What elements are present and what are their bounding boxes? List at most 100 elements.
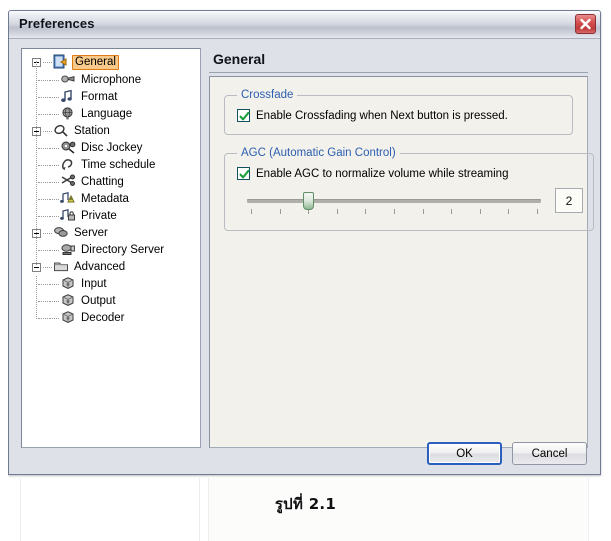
cancel-button[interactable]: Cancel bbox=[512, 442, 587, 465]
slider-tick bbox=[279, 209, 281, 214]
settings-tree-panel[interactable]: General Microphone Format Language Station Di… bbox=[21, 48, 201, 448]
agc-checkbox-label: Enable AGC to normalize volume while str… bbox=[256, 167, 509, 180]
sidebar-item-metadata[interactable]: Metadata bbox=[22, 191, 200, 208]
chatting-icon bbox=[60, 174, 76, 189]
sidebar-item-general[interactable]: General bbox=[22, 54, 200, 72]
crossfade-group-legend: Crossfade bbox=[241, 89, 294, 101]
slider-tick bbox=[394, 209, 395, 214]
tree-connector bbox=[43, 267, 52, 268]
language-globe-icon bbox=[60, 106, 76, 121]
sidebar-item-label: Input bbox=[81, 278, 107, 290]
tree-connector bbox=[50, 182, 59, 183]
input-box-icon bbox=[60, 276, 76, 291]
agc-slider[interactable] bbox=[243, 190, 545, 220]
private-lock-icon bbox=[60, 208, 76, 223]
microphone-icon bbox=[60, 72, 76, 87]
title-bar[interactable]: Preferences bbox=[9, 11, 600, 39]
sidebar-item-label: Microphone bbox=[81, 74, 142, 86]
tree-connector bbox=[50, 301, 59, 302]
directory-server-icon bbox=[60, 242, 76, 257]
tree-root-spine bbox=[36, 61, 37, 265]
agc-value-box[interactable]: 2 bbox=[555, 188, 583, 213]
sidebar-item-format[interactable]: Format bbox=[22, 89, 200, 106]
agc-checkbox-row[interactable]: Enable AGC to normalize volume while str… bbox=[235, 165, 583, 182]
sidebar-item-label: Station bbox=[74, 125, 110, 137]
tree-vertical-connector bbox=[36, 276, 37, 319]
page-title: General bbox=[209, 48, 588, 73]
tree-connector bbox=[38, 80, 50, 81]
general-icon bbox=[53, 54, 69, 69]
tree-connector bbox=[38, 165, 50, 166]
tree-connector bbox=[38, 199, 50, 200]
crossfade-group: Crossfade Enable Crossfading when Next b… bbox=[224, 89, 573, 135]
tree-connector bbox=[38, 318, 50, 319]
sidebar-item-disc-jockey[interactable]: Disc Jockey bbox=[22, 140, 200, 157]
sidebar-item-advanced[interactable]: Advanced bbox=[22, 259, 200, 276]
tree-connector bbox=[38, 301, 50, 302]
sidebar-item-label: Language bbox=[81, 108, 133, 120]
page-body: Crossfade Enable Crossfading when Next b… bbox=[209, 76, 594, 448]
sidebar-item-label: Server bbox=[74, 227, 108, 239]
sidebar-item-label: Format bbox=[81, 91, 118, 103]
tree-connector bbox=[38, 182, 50, 183]
disc-jockey-icon bbox=[60, 140, 76, 155]
tree-connector bbox=[43, 62, 52, 64]
sidebar-item-chatting[interactable]: Chatting bbox=[22, 174, 200, 191]
time-schedule-icon bbox=[60, 157, 76, 172]
tree-connector bbox=[50, 80, 59, 81]
tree-connector bbox=[50, 199, 59, 200]
tree-connector bbox=[38, 216, 50, 217]
slider-tick bbox=[508, 209, 510, 214]
tree-connector bbox=[38, 250, 50, 251]
slider-tick bbox=[251, 209, 252, 214]
sidebar-item-private[interactable]: Private bbox=[22, 208, 200, 225]
agc-slider-row: 2 bbox=[243, 188, 583, 220]
slider-tick bbox=[365, 209, 367, 214]
agc-slider-track[interactable] bbox=[247, 199, 541, 203]
slider-tick bbox=[422, 209, 424, 214]
dialog-footer: OK Cancel bbox=[427, 442, 587, 465]
crossfade-checkbox-row[interactable]: Enable Crossfading when Next button is p… bbox=[235, 107, 562, 124]
sidebar-item-label: Disc Jockey bbox=[81, 142, 143, 154]
sidebar-item-microphone[interactable]: Microphone bbox=[22, 72, 200, 89]
sidebar-item-station[interactable]: Station bbox=[22, 123, 200, 140]
server-icon bbox=[53, 225, 69, 240]
tree-connector bbox=[43, 131, 52, 132]
sidebar-item-output[interactable]: Output bbox=[22, 293, 200, 310]
tree-connector bbox=[38, 284, 50, 285]
screenshot-root: Preferences General Microphone Format Langu… bbox=[0, 0, 611, 541]
sidebar-item-label: Directory Server bbox=[81, 244, 165, 256]
agc-checkbox[interactable] bbox=[237, 167, 250, 180]
metadata-icon bbox=[60, 191, 76, 206]
sidebar-item-directory-server[interactable]: Directory Server bbox=[22, 242, 200, 259]
tree-connector bbox=[50, 97, 59, 98]
settings-tree[interactable]: General Microphone Format Language Station Di… bbox=[22, 49, 200, 327]
dialog-body: General Microphone Format Language Station Di… bbox=[9, 39, 600, 474]
advanced-folder-icon bbox=[53, 259, 69, 274]
sidebar-item-language[interactable]: Language bbox=[22, 106, 200, 123]
sidebar-item-decoder[interactable]: Decoder bbox=[22, 310, 200, 327]
crossfade-checkbox[interactable] bbox=[237, 109, 250, 122]
tree-connector bbox=[50, 318, 59, 319]
sidebar-item-label: Decoder bbox=[81, 312, 125, 324]
slider-tick bbox=[479, 209, 481, 214]
sidebar-item-label: Output bbox=[81, 295, 116, 307]
agc-group: AGC (Automatic Gain Control) Enable AGC … bbox=[224, 147, 594, 231]
tree-connector bbox=[50, 216, 59, 217]
sidebar-item-label: Metadata bbox=[81, 193, 129, 205]
tree-connector bbox=[38, 97, 50, 98]
content-pane: General Crossfade Enable Crossfading whe… bbox=[209, 48, 594, 448]
tree-connector bbox=[50, 165, 59, 166]
tree-connector bbox=[43, 233, 52, 234]
sidebar-item-server[interactable]: Server bbox=[22, 225, 200, 242]
agc-slider-thumb[interactable] bbox=[303, 192, 315, 210]
preferences-dialog: Preferences General Microphone Format Langu… bbox=[8, 10, 601, 475]
format-note-icon bbox=[60, 89, 76, 104]
ok-button[interactable]: OK bbox=[427, 442, 502, 465]
close-icon[interactable] bbox=[575, 14, 596, 34]
sidebar-item-label: Private bbox=[81, 210, 117, 222]
sidebar-item-time-schedule[interactable]: Time schedule bbox=[22, 157, 200, 174]
sidebar-item-input[interactable]: Input bbox=[22, 276, 200, 293]
slider-tick bbox=[336, 209, 338, 214]
figure-caption: รูปที่ 2.1 bbox=[274, 495, 337, 513]
